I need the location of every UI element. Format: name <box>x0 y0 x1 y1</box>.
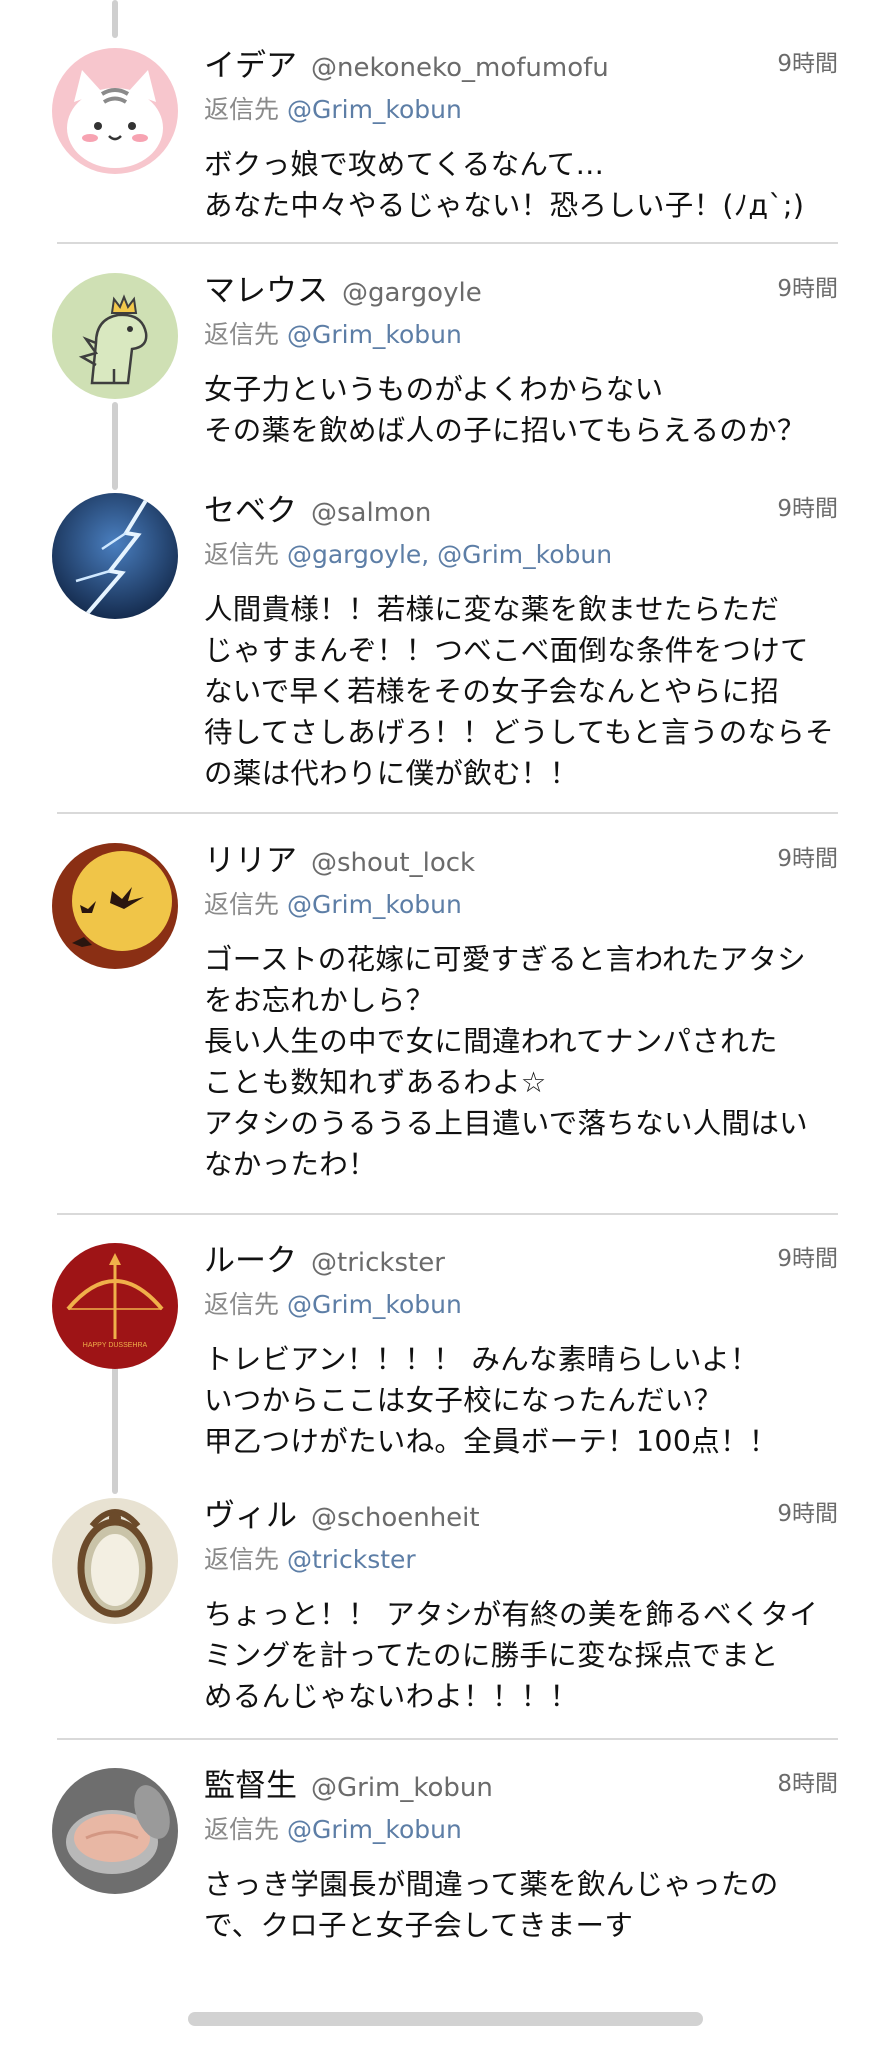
reply-prefix: 返信先 <box>204 1545 280 1574</box>
reply-line: 返信先 @Grim_kobun <box>204 90 838 126</box>
user-handle[interactable]: @shout_lock <box>311 848 475 878</box>
tweet-text: トレビアン！！！！ みんな素晴らしいよ！ いつからここは女子校になったんだい？ … <box>204 1343 778 1458</box>
timestamp: 9時間 <box>777 51 838 77</box>
reply-prefix: 返信先 <box>204 1290 280 1319</box>
reply-to-link[interactable]: @Grim_kobun <box>287 1815 462 1844</box>
reply-prefix: 返信先 <box>204 540 280 569</box>
timestamp: 9時間 <box>777 1246 838 1272</box>
reply-line: 返信先 @gargoyle, @Grim_kobun <box>204 535 838 571</box>
display-name[interactable]: セベク <box>204 493 297 529</box>
moon-bats-avatar-icon <box>52 843 178 969</box>
timestamp: 9時間 <box>777 846 838 872</box>
avatar[interactable]: HAPPY DUSSEHRA <box>52 1243 178 1369</box>
tweet-text: 人間貴様！！若様に変な薬を飲ませたらただ じゃすまんぞ！！つべこべ面倒な条件をつ… <box>204 593 834 790</box>
display-name[interactable]: 監督生 <box>204 1768 297 1804</box>
home-indicator[interactable] <box>188 2012 703 2026</box>
tweet-header: マレウス @gargoyle 9時間 <box>204 265 838 309</box>
display-name[interactable]: イデア <box>204 48 297 84</box>
reply-prefix: 返信先 <box>204 890 280 919</box>
tweet-text: ボクっ娘で攻めてくるなんて… あなた中々やるじゃない！恐ろしい子！(ﾉд`;) <box>204 148 805 222</box>
divider <box>57 812 838 814</box>
ornate-mirror-avatar-icon <box>52 1498 178 1624</box>
timestamp: 9時間 <box>777 496 838 522</box>
tweet-header: 監督生 @Grim_kobun 8時間 <box>204 1760 838 1804</box>
divider <box>57 242 838 244</box>
display-name[interactable]: ルーク <box>204 1243 297 1279</box>
reply-prefix: 返信先 <box>204 320 280 349</box>
thread-line <box>112 1366 118 1494</box>
reply-prefix: 返信先 <box>204 1815 280 1844</box>
thread-line <box>112 0 118 38</box>
avatar[interactable] <box>52 493 178 619</box>
lightning-avatar-icon <box>52 493 178 619</box>
user-handle[interactable]: @nekoneko_mofumofu <box>311 53 609 83</box>
avatar[interactable] <box>52 48 178 174</box>
avatar[interactable] <box>52 1498 178 1624</box>
reply-line: 返信先 @trickster <box>204 1540 838 1576</box>
user-handle[interactable]: @schoenheit <box>311 1503 480 1533</box>
bow-arrow-avatar-icon: HAPPY DUSSEHRA <box>52 1243 178 1369</box>
user-handle[interactable]: @trickster <box>311 1248 445 1278</box>
thread-line <box>112 402 118 490</box>
avatar-text: HAPPY DUSSEHRA <box>83 1342 148 1349</box>
timestamp: 8時間 <box>777 1771 838 1797</box>
tweet-text: 女子力というものがよくわからない その薬を飲めば人の子に招いてもらえるのか？ <box>204 373 806 447</box>
tweet-header: セベク @salmon 9時間 <box>204 485 838 529</box>
reply-line: 返信先 @Grim_kobun <box>204 1285 838 1321</box>
divider <box>57 1213 838 1215</box>
cat-avatar-icon <box>52 48 178 174</box>
tweet-text: ちょっと！！ アタシが有終の美を飾るべくタイ ミングを計ってたのに勝手に変な採点… <box>204 1598 819 1713</box>
tweet-header: ヴィル @schoenheit 9時間 <box>204 1490 838 1534</box>
user-handle[interactable]: @Grim_kobun <box>311 1773 493 1803</box>
dinosaur-crown-avatar-icon <box>52 273 178 399</box>
tweet-header: ルーク @trickster 9時間 <box>204 1235 838 1279</box>
display-name[interactable]: ヴィル <box>204 1498 297 1534</box>
user-handle[interactable]: @gargoyle <box>342 278 482 308</box>
timestamp: 9時間 <box>777 1501 838 1527</box>
reply-to-link[interactable]: @trickster <box>287 1545 416 1574</box>
reply-to-link[interactable]: @Grim_kobun <box>287 1290 462 1319</box>
display-name[interactable]: マレウス <box>204 273 328 309</box>
divider <box>57 1738 838 1740</box>
tweet-text: ゴーストの花嫁に可愛すぎると言われたアタシ をお忘れかしら？ 長い人生の中で女に… <box>204 943 808 1181</box>
reply-line: 返信先 @Grim_kobun <box>204 1810 838 1846</box>
tweet-header: イデア @nekoneko_mofumofu 9時間 <box>204 40 838 84</box>
display-name[interactable]: リリア <box>204 843 297 879</box>
tweet-header: リリア @shout_lock 9時間 <box>204 835 838 879</box>
user-handle[interactable]: @salmon <box>311 498 431 528</box>
reply-prefix: 返信先 <box>204 95 280 124</box>
reply-to-link[interactable]: @gargoyle, @Grim_kobun <box>287 540 612 569</box>
reply-line: 返信先 @Grim_kobun <box>204 315 838 351</box>
reply-to-link[interactable]: @Grim_kobun <box>287 320 462 349</box>
reply-to-link[interactable]: @Grim_kobun <box>287 95 462 124</box>
avatar[interactable] <box>52 1768 178 1894</box>
tuna-can-avatar-icon <box>52 1768 178 1894</box>
avatar[interactable] <box>52 273 178 399</box>
tweet-text: さっき学園長が間違って薬を飲んじゃったの で、クロ子と女子会してきまーす <box>204 1868 779 1942</box>
avatar[interactable] <box>52 843 178 969</box>
reply-line: 返信先 @Grim_kobun <box>204 885 838 921</box>
timestamp: 9時間 <box>777 276 838 302</box>
reply-to-link[interactable]: @Grim_kobun <box>287 890 462 919</box>
